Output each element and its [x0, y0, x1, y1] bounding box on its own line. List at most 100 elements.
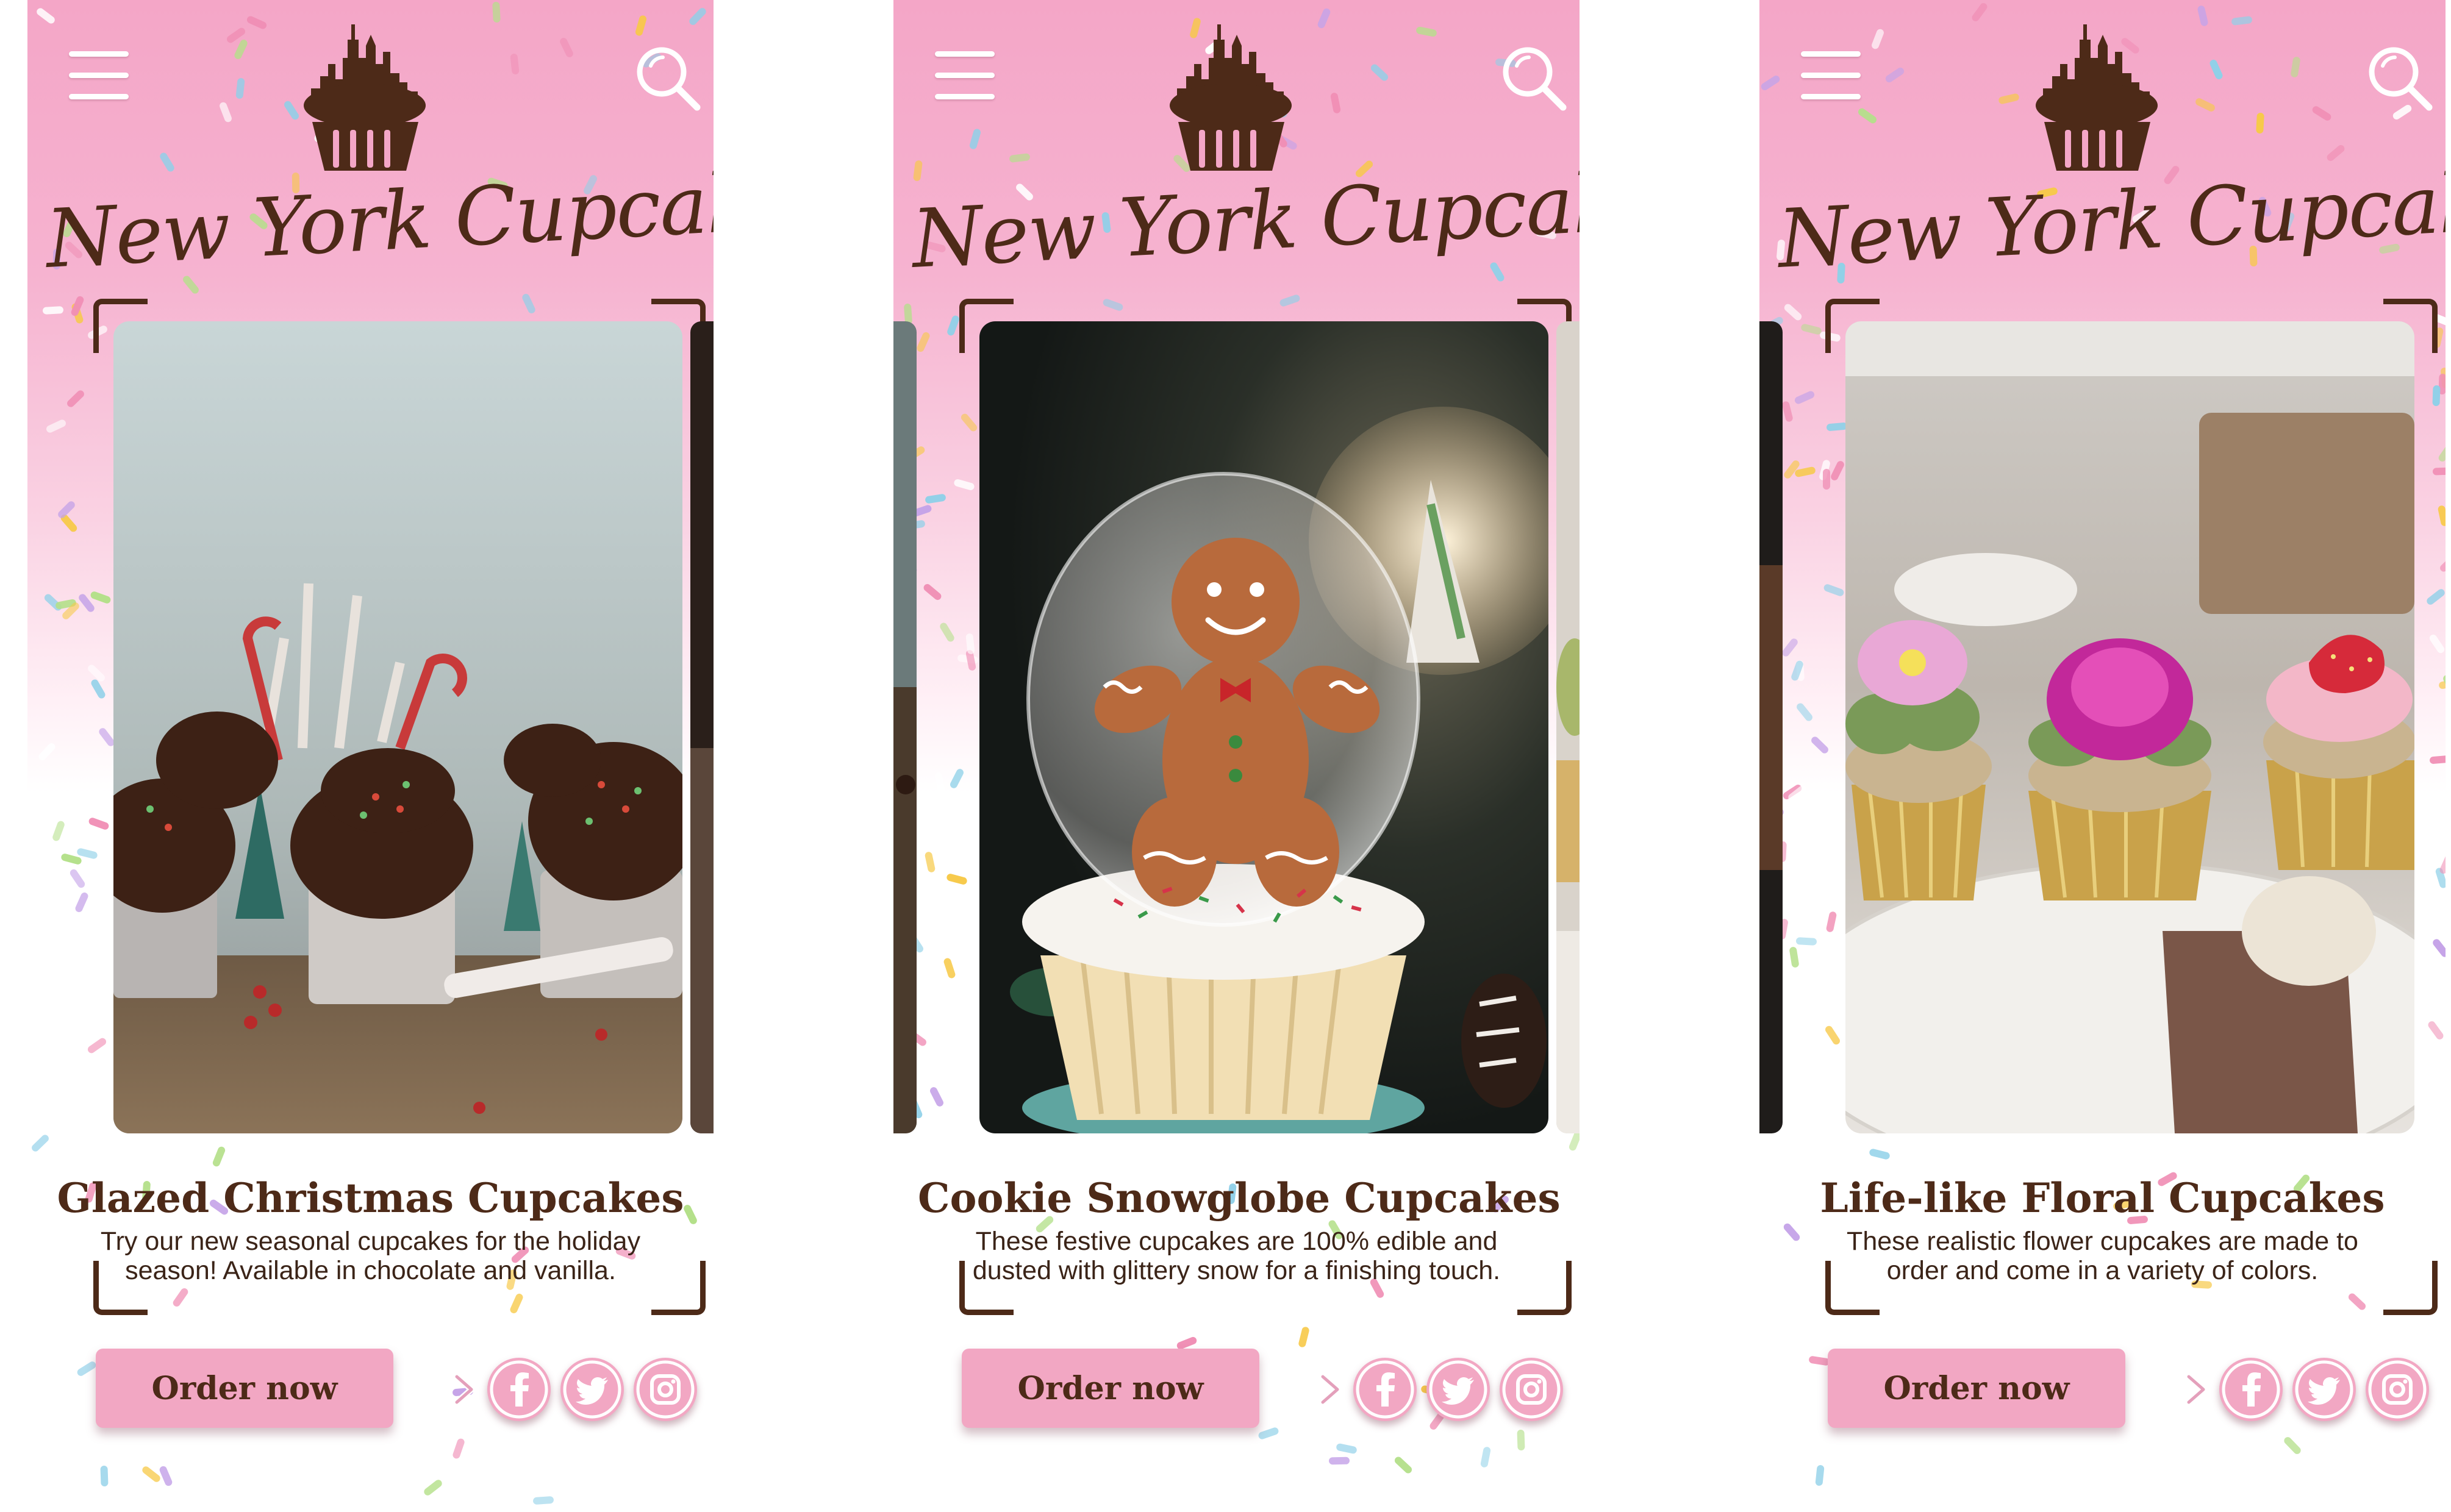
sprinkle [451, 1438, 465, 1460]
sprinkle [1789, 946, 1800, 968]
sprinkle [1329, 1457, 1350, 1464]
previous-card-peek[interactable] [1759, 321, 1783, 1133]
sprinkle [68, 868, 87, 890]
sprinkle [2408, 1479, 2427, 1500]
sprinkle [1870, 28, 1885, 51]
facebook-icon[interactable] [1353, 1358, 1417, 1421]
mobile-screen-snowglobe: New York Cupcakes Cookie Snowglobe Cupca… [893, 0, 1580, 1512]
twitter-icon[interactable] [560, 1358, 624, 1421]
instagram-icon[interactable] [634, 1358, 697, 1421]
sprinkle [1415, 26, 1438, 37]
sprinkle [939, 621, 956, 643]
sprinkle [1759, 74, 1781, 92]
sprinkle [492, 1, 501, 23]
frame-corner [651, 1261, 706, 1315]
sprinkle [1826, 422, 1848, 432]
hamburger-menu-icon[interactable] [1797, 43, 1864, 110]
sprinkle [1808, 1355, 1831, 1366]
previous-card-peek[interactable] [893, 321, 917, 1133]
sprinkle [1009, 153, 1031, 163]
search-icon[interactable] [631, 41, 704, 115]
sprinkle [1480, 1446, 1492, 1469]
sprinkle [45, 886, 68, 899]
twitter-icon[interactable] [1426, 1358, 1490, 1421]
sprinkle [37, 741, 57, 762]
sprinkle [1794, 390, 1816, 405]
search-icon[interactable] [2363, 41, 2436, 115]
search-icon[interactable] [1497, 41, 1570, 115]
chevron-right-icon[interactable] [2183, 1373, 2209, 1406]
next-card-peek[interactable] [1556, 321, 1580, 1133]
sprinkle [51, 819, 65, 842]
frame-corner [1517, 1261, 1572, 1315]
sprinkle [934, 771, 946, 794]
sprinkle [2438, 852, 2446, 875]
sprinkle [2311, 104, 2333, 123]
sprinkle [1823, 1024, 1841, 1046]
sprinkle [946, 872, 968, 885]
facebook-icon[interactable] [487, 1358, 551, 1421]
sprinkle [1822, 469, 1830, 490]
product-title: Life-like Floral Cupcakes [1820, 1174, 2385, 1222]
sprinkle [2432, 385, 2441, 407]
sprinkle [1884, 66, 1906, 84]
chevron-right-icon[interactable] [451, 1373, 478, 1406]
sprinkle [66, 388, 86, 408]
sprinkle [1795, 936, 1817, 946]
sprinkle [1297, 1326, 1310, 1349]
sprinkle [86, 1036, 108, 1055]
sprinkle [218, 101, 233, 124]
order-now-button[interactable]: Order now [962, 1349, 1259, 1428]
brand-title: New York Cupcakes [909, 151, 1580, 287]
chevron-right-icon[interactable] [1317, 1373, 1344, 1406]
twitter-icon[interactable] [2292, 1358, 2356, 1421]
sprinkle [1970, 1, 1989, 23]
sprinkle [100, 1465, 109, 1486]
sprinkle [2429, 755, 2446, 764]
sprinkle [942, 957, 956, 979]
sprinkle [915, 330, 931, 353]
instagram-icon[interactable] [1500, 1358, 1563, 1421]
sprinkle [422, 1478, 443, 1497]
product-photo-snowglobe[interactable] [979, 321, 1548, 1133]
sprinkle [2432, 467, 2446, 476]
sprinkle [76, 1360, 98, 1378]
product-description: These realistic flower cupcakes are made… [1847, 1227, 2358, 1285]
sprinkle [559, 36, 575, 59]
sprinkle [509, 1293, 524, 1315]
brand-title: New York Cupcakes [43, 151, 714, 287]
next-card-peek[interactable] [690, 321, 714, 1133]
sprinkle [2194, 96, 2216, 113]
product-photo-floral[interactable] [1845, 321, 2414, 1133]
sprinkle [171, 1286, 190, 1308]
hamburger-menu-icon[interactable] [931, 43, 998, 110]
sprinkle [1517, 1429, 1525, 1451]
sprinkle [2231, 16, 2253, 26]
mobile-screen-glazed: New York Cupcakes Glazed Christmas Cupca… [27, 0, 714, 1512]
product-description: Try our new seasonal cupcakes for the ho… [100, 1227, 641, 1285]
sprinkle [2282, 1435, 2302, 1456]
sprinkle [1809, 735, 1830, 755]
sprinkle [1814, 1464, 1825, 1486]
sprinkle [1317, 7, 1332, 30]
sprinkle [1195, 1461, 1212, 1484]
sprinkle [1369, 62, 1390, 82]
sprinkle [74, 891, 90, 913]
order-now-button[interactable]: Order now [96, 1349, 393, 1428]
sprinkle [1869, 1148, 1891, 1161]
sprinkle [521, 293, 537, 315]
instagram-icon[interactable] [2366, 1358, 2429, 1421]
facebook-icon[interactable] [2219, 1358, 2283, 1421]
order-now-button[interactable]: Order now [1828, 1349, 2125, 1428]
sprinkle [1336, 1442, 1358, 1455]
sprinkle [959, 412, 979, 433]
sprinkle [2425, 587, 2446, 607]
sprinkle [1960, 1327, 1981, 1346]
sprinkle [245, 15, 268, 30]
sprinkle [953, 478, 975, 491]
sprinkle [948, 767, 965, 790]
sprinkle [2437, 505, 2446, 527]
sprinkle [1781, 400, 1794, 423]
product-photo-glazed[interactable] [113, 321, 682, 1133]
hamburger-menu-icon[interactable] [65, 43, 132, 110]
